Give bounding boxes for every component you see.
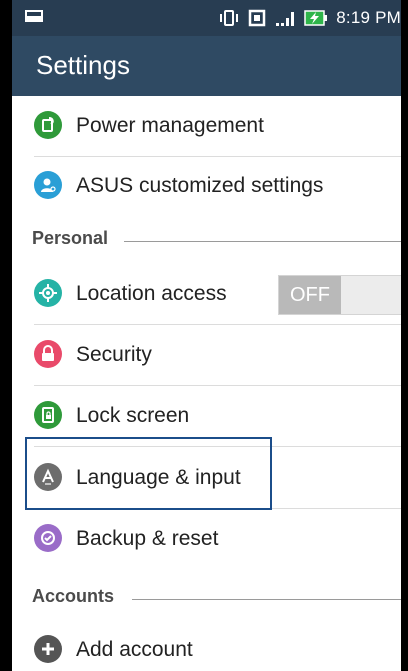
phone-screen: 8:19 PM Settings Power management ASUS c…	[12, 0, 401, 671]
section-header-personal: Personal	[12, 220, 401, 256]
list-item-label: Security	[76, 343, 152, 366]
list-item-label: Power management	[76, 114, 264, 137]
status-bar: 8:19 PM	[12, 0, 401, 36]
lock-icon	[34, 340, 62, 368]
clock-time: 8:19 PM	[336, 8, 401, 27]
backup-icon	[34, 524, 62, 552]
list-item-power-management[interactable]: Power management	[12, 96, 401, 156]
section-header-accounts: Accounts	[12, 578, 401, 614]
list-item-location-access[interactable]: Location access OFF	[12, 264, 401, 324]
section-divider	[132, 599, 401, 600]
signal-icon	[276, 12, 295, 26]
lock-screen-icon	[34, 401, 62, 429]
app-bar: Settings	[12, 36, 401, 96]
asus-settings-icon	[34, 171, 62, 199]
section-label: Accounts	[32, 586, 115, 606]
focus-highlight	[25, 437, 272, 510]
location-toggle[interactable]: OFF	[278, 275, 401, 315]
location-icon	[34, 279, 62, 307]
list-item-label: Add account	[76, 638, 193, 661]
toggle-state: OFF	[279, 276, 341, 314]
add-account-icon	[34, 635, 62, 663]
list-item-label: Location access	[76, 282, 227, 305]
image-notification-icon	[25, 10, 43, 22]
list-item-label: Backup & reset	[76, 527, 219, 550]
section-divider	[124, 241, 401, 242]
page-title: Settings	[36, 50, 130, 80]
section-label: Personal	[32, 228, 109, 248]
list-item-label: ASUS customized settings	[76, 174, 324, 197]
list-item-asus-customized-settings[interactable]: ASUS customized settings	[12, 156, 401, 216]
power-management-icon	[34, 111, 62, 139]
list-item-label: Lock screen	[76, 404, 190, 427]
list-item-backup-reset[interactable]: Backup & reset	[12, 509, 401, 569]
list-item-security[interactable]: Security	[12, 325, 401, 385]
sim-icon	[249, 9, 266, 27]
vibrate-icon	[220, 10, 239, 26]
battery-charging-icon	[304, 10, 328, 26]
list-item-add-account[interactable]: Add account	[12, 620, 401, 671]
